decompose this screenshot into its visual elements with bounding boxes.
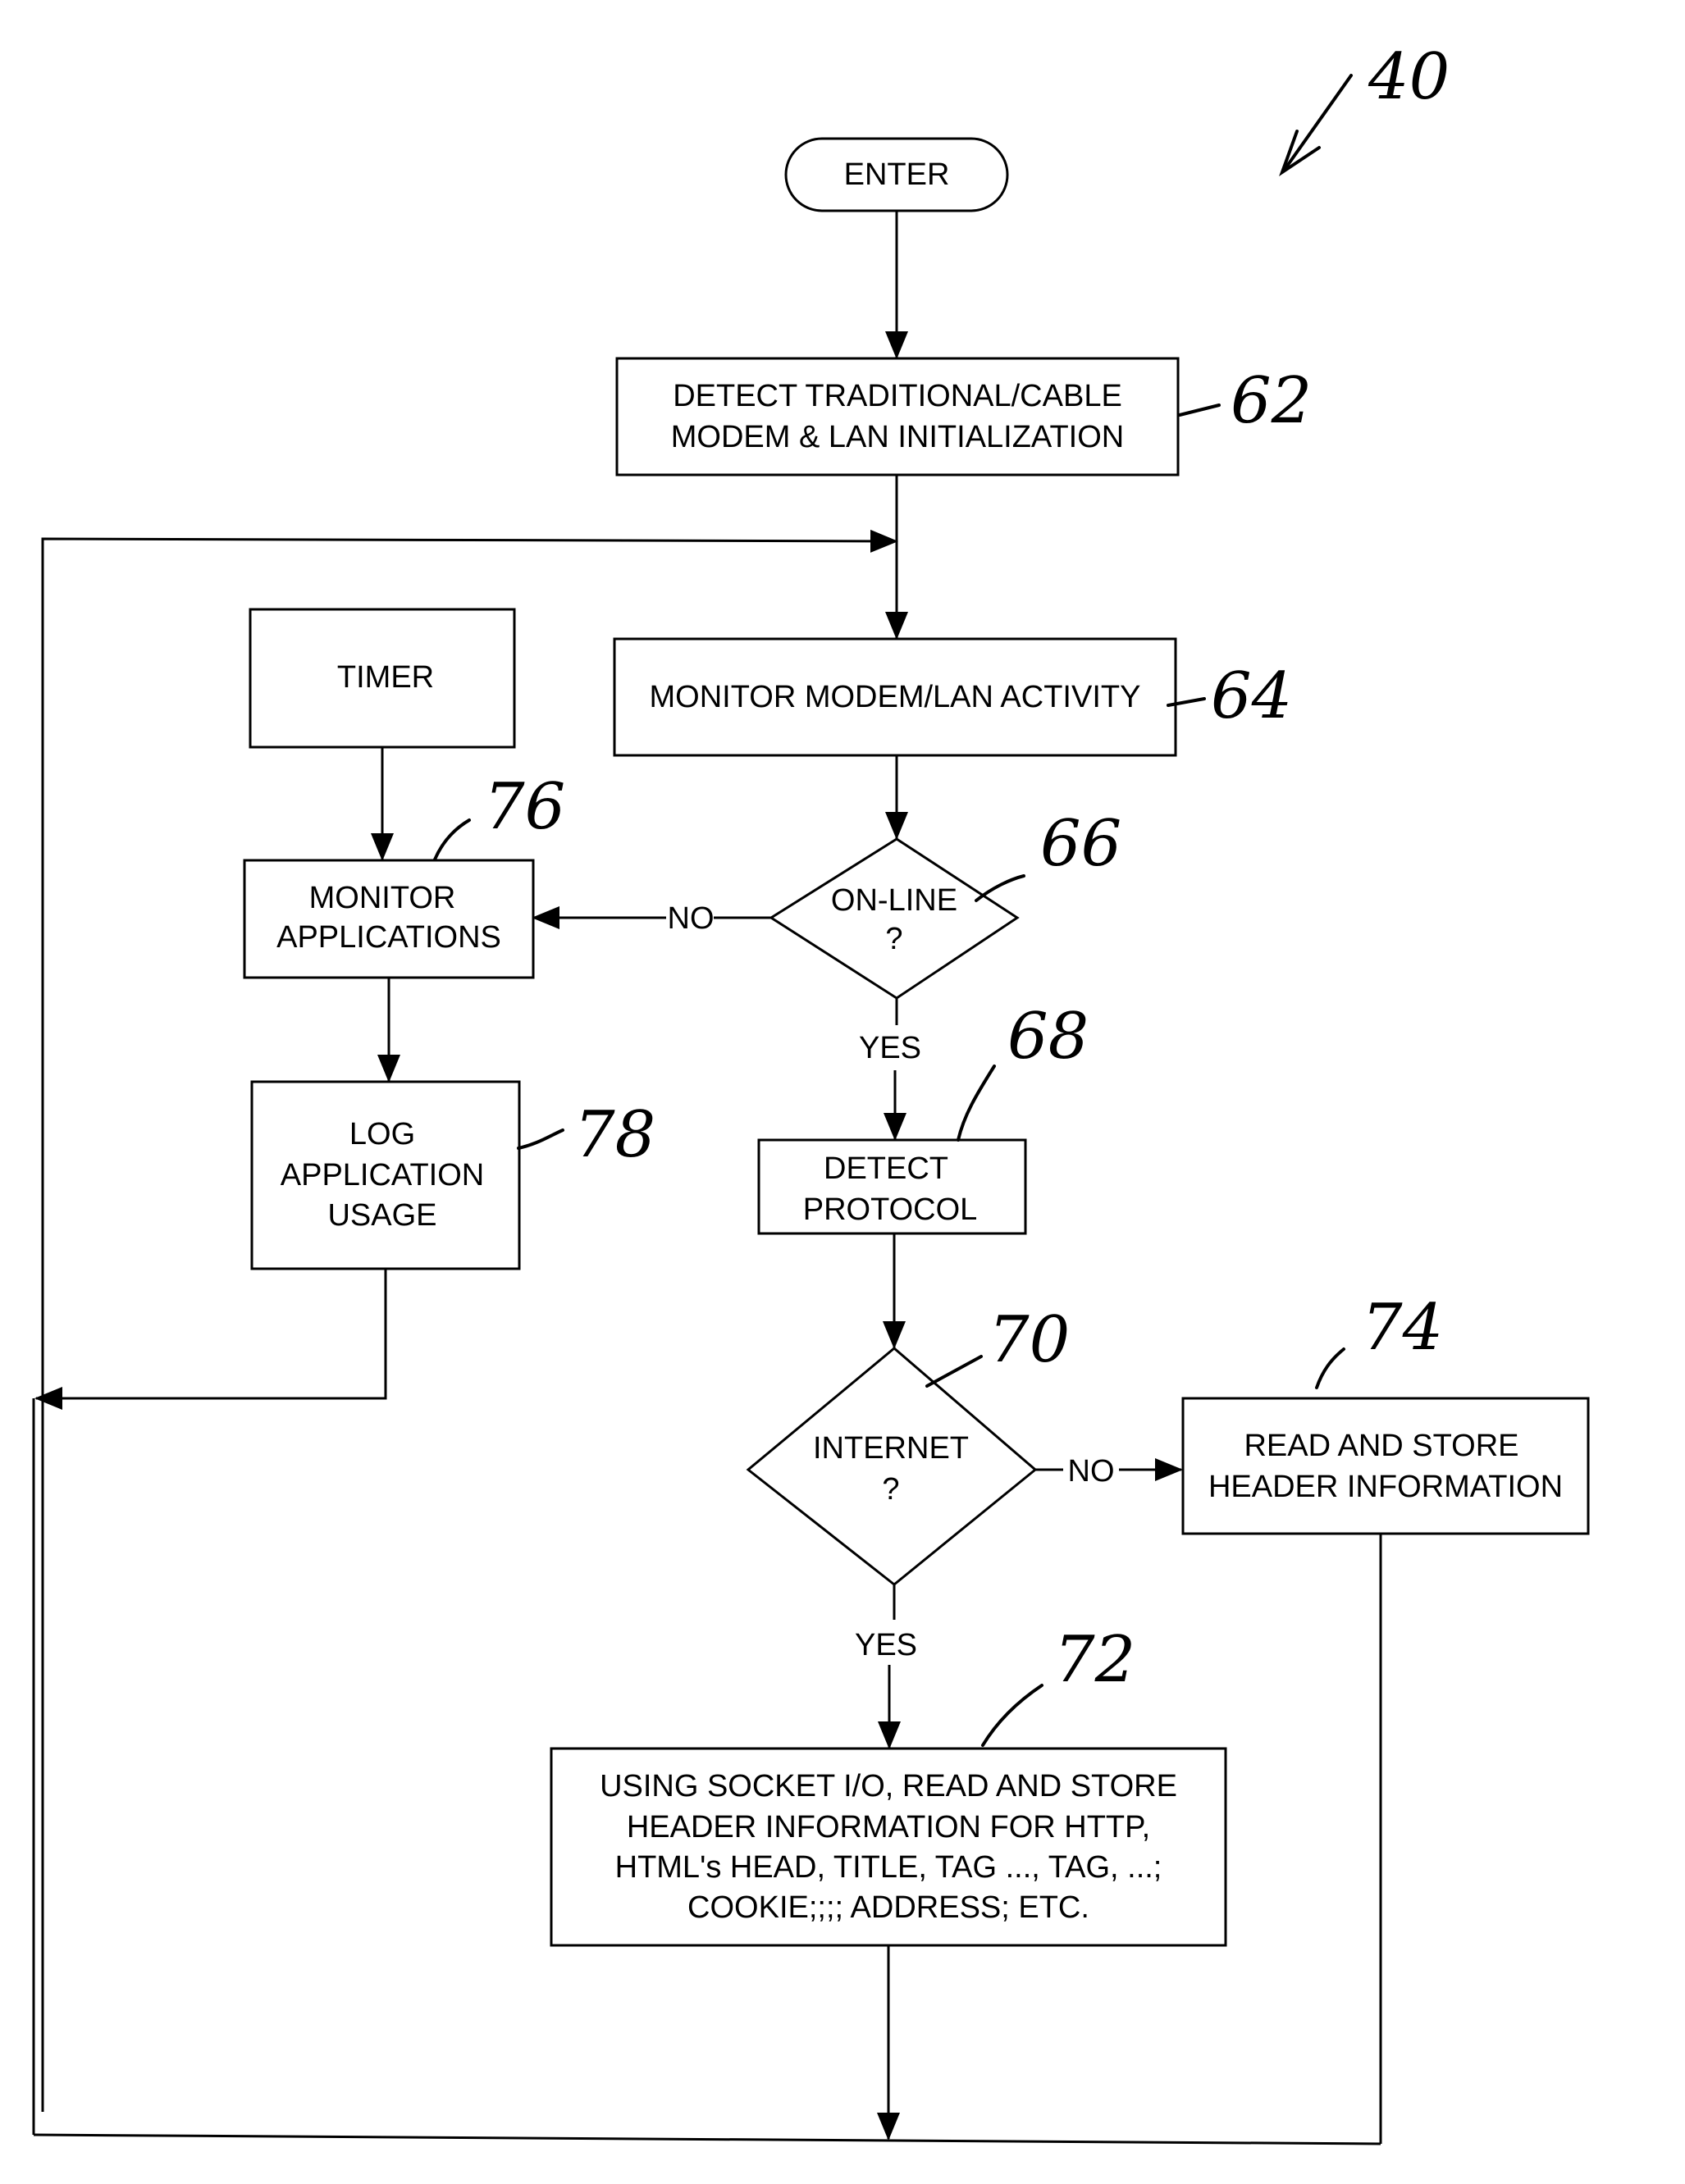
reference-arrow-shaft xyxy=(1282,74,1353,172)
decision-diamond xyxy=(769,837,1020,1000)
ref-leader xyxy=(975,874,1025,902)
node-text-line: MODEM & LAN INITIALIZATION xyxy=(671,420,1124,454)
ref-leader xyxy=(517,1128,564,1150)
node-text: TIMER xyxy=(337,660,434,695)
node-text-line: MONITOR xyxy=(309,881,456,915)
node-text-line: APPLICATIONS xyxy=(276,920,501,955)
node-internet-decision: INTERNET ? 70 xyxy=(746,1303,1070,1586)
edge-bottom-return xyxy=(33,2133,1381,2145)
process-box xyxy=(1181,1397,1590,1535)
node-text-line: ON-LINE xyxy=(831,883,957,918)
edge-log-to-loop xyxy=(34,1269,387,1410)
node-detect-protocol: DETECT PROTOCOL 68 xyxy=(757,1000,1089,1235)
node-text-line: HTML's HEAD, TITLE, TAG ..., TAG, ...; xyxy=(615,1850,1162,1885)
node-text: ENTER xyxy=(844,157,950,192)
edge-label-no: NO xyxy=(668,901,715,936)
decision-diamond xyxy=(746,1347,1038,1586)
ref-leader xyxy=(925,1355,983,1388)
node-text-line: HEADER INFORMATION FOR HTTP, xyxy=(627,1810,1150,1844)
ref-number: 74 xyxy=(1362,1291,1443,1365)
node-enter: ENTER xyxy=(784,137,1009,212)
process-box xyxy=(615,357,1180,476)
edge-label-yes: YES xyxy=(859,1031,921,1065)
node-text-line: USING SOCKET I/O, READ AND STORE xyxy=(600,1769,1177,1803)
ref-number: 62 xyxy=(1231,364,1312,438)
edge-label-yes: YES xyxy=(855,1628,917,1662)
node-monitor-applications: MONITOR APPLICATIONS 76 xyxy=(243,770,565,979)
ref-number: 78 xyxy=(574,1098,655,1172)
node-text-line: DETECT TRADITIONAL/CABLE xyxy=(673,379,1122,413)
node-text-line: ? xyxy=(885,922,902,956)
ref-number: 72 xyxy=(1054,1623,1135,1697)
node-text-line: USAGE xyxy=(327,1198,436,1233)
node-text-line: LOG xyxy=(349,1117,415,1151)
node-read-store-header: READ AND STORE HEADER INFORMATION 74 xyxy=(1181,1291,1590,1535)
flowchart: 40 ENTER DETECT TRADITIONAL/CABLE MODEM … xyxy=(32,40,1590,2145)
ref-leader xyxy=(981,1684,1043,1747)
node-detect-initialization: DETECT TRADITIONAL/CABLE MODEM & LAN INI… xyxy=(615,357,1312,476)
ref-leader xyxy=(1178,404,1221,417)
figure-number: 40 xyxy=(1368,40,1450,114)
node-text-line: DETECT xyxy=(824,1151,948,1186)
ref-leader xyxy=(1315,1347,1345,1389)
ref-leader xyxy=(433,818,471,861)
ref-number: 70 xyxy=(989,1303,1070,1377)
node-text-line: PROTOCOL xyxy=(803,1192,978,1227)
ref-leader xyxy=(957,1065,996,1142)
node-text-line: INTERNET xyxy=(813,1431,969,1466)
node-text-line: READ AND STORE xyxy=(1244,1429,1518,1463)
node-text-line: APPLICATION xyxy=(281,1158,484,1192)
node-monitor-activity: MONITOR MODEM/LAN ACTIVITY 64 xyxy=(613,637,1292,757)
node-online-decision: ON-LINE ? 66 xyxy=(769,807,1121,1000)
node-text-line: ? xyxy=(882,1472,899,1507)
ref-number: 66 xyxy=(1040,807,1121,881)
node-text-line: HEADER INFORMATION xyxy=(1208,1470,1563,1504)
edge-label-no: NO xyxy=(1068,1454,1115,1489)
ref-number: 64 xyxy=(1211,659,1292,733)
node-timer: TIMER xyxy=(249,608,516,749)
node-log-usage: LOG APPLICATION USAGE 78 xyxy=(250,1080,655,1270)
node-text: MONITOR MODEM/LAN ACTIVITY xyxy=(650,680,1141,714)
figure-reference: 40 xyxy=(1279,40,1450,177)
process-box xyxy=(243,859,535,979)
ref-number: 76 xyxy=(484,770,565,844)
ref-number: 68 xyxy=(1007,1000,1089,1074)
node-text-line: COOKIE;;;; ADDRESS; ETC. xyxy=(687,1890,1089,1925)
